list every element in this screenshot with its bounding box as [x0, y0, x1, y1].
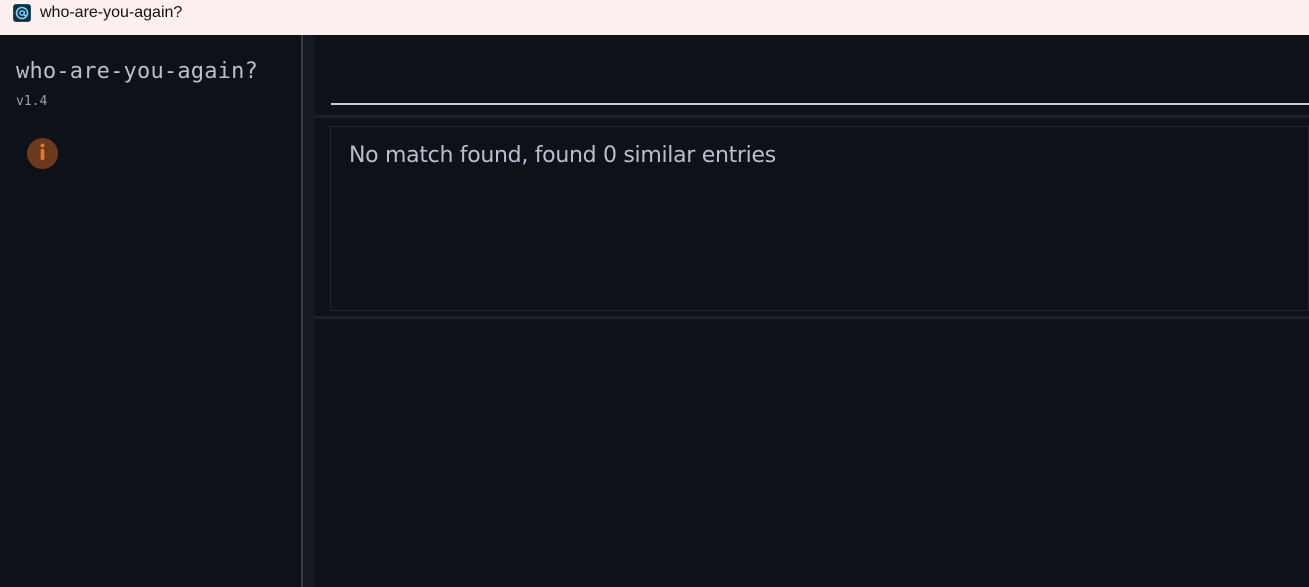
sidebar-resize-handle[interactable]	[303, 35, 315, 587]
results-panel: No match found, found 0 similar entries	[315, 115, 1309, 319]
result-box: No match found, found 0 similar entries	[330, 126, 1309, 311]
window-titlebar: who-are-you-again?	[0, 0, 1309, 35]
search-area	[315, 35, 1309, 113]
sidebar: who-are-you-again? v1.4	[0, 35, 301, 587]
app-version: v1.4	[16, 94, 48, 109]
app-name: who-are-you-again?	[16, 59, 259, 84]
at-sign-app-icon	[12, 3, 32, 23]
info-button[interactable]	[27, 138, 58, 169]
info-icon	[27, 136, 58, 171]
window-title: who-are-you-again?	[40, 4, 183, 21]
search-input[interactable]	[331, 55, 1309, 105]
result-message: No match found, found 0 similar entries	[349, 143, 776, 168]
main-content: No match found, found 0 similar entries	[315, 35, 1309, 587]
